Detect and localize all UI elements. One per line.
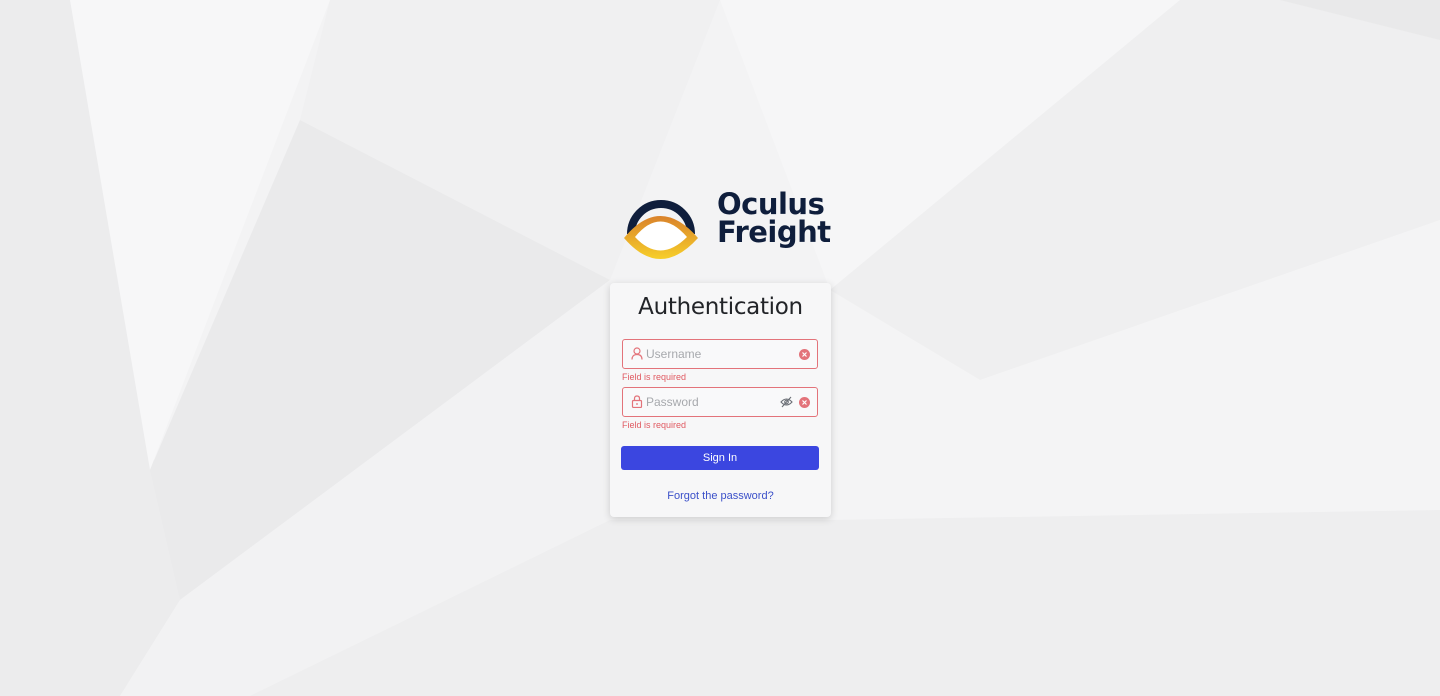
eye-off-icon[interactable] xyxy=(780,396,793,408)
brand-name: Oculus Freight xyxy=(717,187,831,249)
username-field[interactable] xyxy=(622,339,818,369)
username-input[interactable] xyxy=(646,340,776,368)
password-error: Field is required xyxy=(622,420,687,430)
login-card: Authentication Field is required Field xyxy=(610,283,831,517)
password-input[interactable] xyxy=(646,388,776,416)
password-field[interactable] xyxy=(622,387,818,417)
brand-name-line2: Freight xyxy=(717,215,831,249)
user-icon xyxy=(631,347,643,360)
lock-icon xyxy=(631,395,643,408)
oculus-freight-logo-icon xyxy=(624,200,698,259)
forgot-password-link[interactable]: Forgot the password? xyxy=(610,490,831,502)
page-title: Authentication xyxy=(638,294,803,320)
clear-username-icon[interactable] xyxy=(799,349,810,360)
username-error: Field is required xyxy=(622,372,687,382)
clear-password-icon[interactable] xyxy=(799,397,810,408)
brand-name-line1: Oculus xyxy=(717,187,825,221)
sign-in-button[interactable]: Sign In xyxy=(621,446,819,470)
brand-logo: Oculus Freight xyxy=(622,184,831,260)
